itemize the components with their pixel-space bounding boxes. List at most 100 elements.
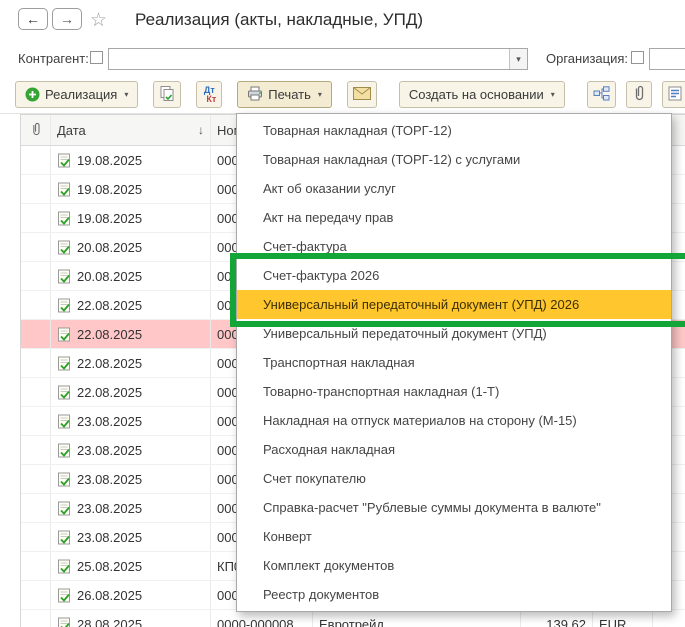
print-menu-item[interactable]: Транспортная накладная [237, 348, 671, 377]
print-menu-item[interactable]: Универсальный передаточный документ (УПД… [237, 290, 671, 319]
chevron-down-icon: ▾ [317, 90, 322, 99]
dtkt-icon: Дт Кт [203, 84, 217, 104]
chevron-down-icon: ▾ [124, 90, 129, 99]
posted-document-icon [57, 559, 71, 574]
forward-button[interactable]: → [52, 8, 82, 30]
app-window: ← → ☆ Реализация (акты, накладные, УПД) … [0, 0, 685, 627]
print-menu-item[interactable]: Справка-расчет "Рублевые суммы документа… [237, 493, 671, 522]
row-date-cell: 25.08.2025 [51, 552, 211, 580]
contractor-checkbox[interactable] [90, 51, 103, 64]
print-menu-item[interactable]: Товарно-транспортная накладная (1-Т) [237, 377, 671, 406]
print-menu-item[interactable]: Универсальный передаточный документ (УПД… [237, 319, 671, 348]
print-menu-item[interactable]: Акт об оказании услуг [237, 174, 671, 203]
row-date-cell: 22.08.2025 [51, 349, 211, 377]
posted-document-icon [57, 153, 71, 168]
row-date-cell: 23.08.2025 [51, 465, 211, 493]
posted-document-icon [57, 211, 71, 226]
row-contractor-cell: Евротрейд [313, 610, 521, 627]
create-realization-label: Реализация [45, 87, 118, 102]
posted-document-icon [57, 530, 71, 545]
forward-icon: → [60, 10, 74, 27]
titlebar: ← → ☆ Реализация (акты, накладные, УПД) [0, 0, 685, 42]
row-date-cell: 22.08.2025 [51, 378, 211, 406]
row-date-cell: 19.08.2025 [51, 146, 211, 174]
posted-document-icon [57, 240, 71, 255]
copy-button[interactable] [153, 81, 182, 108]
chevron-down-icon: ▾ [550, 90, 555, 99]
copy-icon [159, 85, 175, 104]
posted-document-icon [57, 385, 71, 400]
print-button[interactable]: Печать ▾ [237, 81, 332, 108]
dtkt-button[interactable]: Дт Кт [196, 81, 223, 108]
print-menu-item[interactable]: Счет покупателю [237, 464, 671, 493]
attachments-column-header[interactable] [21, 115, 51, 145]
contractor-label: Контрагент: [18, 51, 89, 66]
paperclip-icon [632, 85, 646, 104]
create-based-on-button[interactable]: Создать на основании ▾ [398, 81, 565, 108]
print-menu-item[interactable]: Товарная накладная (ТОРГ-12) с услугами [237, 145, 671, 174]
posted-document-icon [57, 617, 71, 627]
row-attachment-cell [21, 204, 51, 232]
envelope-icon [352, 86, 371, 103]
row-date-cell: 19.08.2025 [51, 175, 211, 203]
row-attachment-cell [21, 233, 51, 261]
posted-document-icon [57, 443, 71, 458]
posted-document-icon [57, 588, 71, 603]
row-currency-cell: EUR [593, 610, 653, 627]
related-documents-icon [593, 85, 610, 104]
favorite-star-icon[interactable]: ☆ [90, 9, 107, 32]
row-attachment-cell [21, 320, 51, 348]
posted-document-icon [57, 269, 71, 284]
reports-button[interactable] [661, 81, 685, 108]
print-menu-item[interactable]: Акт на передачу прав [237, 203, 671, 232]
page-title: Реализация (акты, накладные, УПД) [135, 10, 423, 29]
add-icon [25, 87, 40, 102]
organization-input[interactable] [652, 50, 685, 68]
row-attachment-cell [21, 146, 51, 174]
row-date-cell: 23.08.2025 [51, 494, 211, 522]
row-date-cell: 23.08.2025 [51, 523, 211, 551]
row-date-cell: 28.08.2025 [51, 610, 211, 627]
print-menu-item[interactable]: Счет-фактура [237, 232, 671, 261]
posted-document-icon [57, 327, 71, 342]
row-attachment-cell [21, 436, 51, 464]
row-attachment-cell [21, 610, 51, 627]
contractor-combobox: ▾ [108, 48, 528, 70]
row-number-cell: 0000-000008 [211, 610, 313, 627]
contractor-input[interactable] [111, 50, 507, 68]
back-button[interactable]: ← [18, 8, 48, 30]
toolbar: Реализация ▾ Дт Кт Печать ▾ Создать на о… [0, 76, 685, 114]
print-menu-item[interactable]: Накладная на отпуск материалов на сторон… [237, 406, 671, 435]
sort-desc-icon: ↓ [198, 123, 204, 137]
table-row[interactable]: 28.08.2025 0000-000008 Евротрейд 139,62 … [21, 610, 685, 627]
send-email-button[interactable] [346, 81, 377, 108]
print-menu-item[interactable]: Счет-фактура 2026 [237, 261, 671, 290]
date-header-label: Дата [57, 122, 86, 138]
printer-icon [247, 86, 263, 104]
related-documents-button[interactable] [586, 81, 616, 108]
row-attachment-cell [21, 349, 51, 377]
row-attachment-cell [21, 465, 51, 493]
row-attachment-cell [21, 581, 51, 609]
create-realization-button[interactable]: Реализация ▾ [15, 81, 139, 108]
print-menu-item[interactable]: Расходная накладная [237, 435, 671, 464]
print-menu: Товарная накладная (ТОРГ-12) Товарная на… [236, 113, 672, 612]
posted-document-icon [57, 472, 71, 487]
organization-label: Организация: [546, 51, 629, 66]
row-date-cell: 20.08.2025 [51, 262, 211, 290]
print-menu-item[interactable]: Комплект документов [237, 551, 671, 580]
print-menu-item[interactable]: Товарная накладная (ТОРГ-12) [237, 116, 671, 145]
print-menu-item[interactable]: Реестр документов [237, 580, 671, 609]
row-attachment-cell [21, 407, 51, 435]
back-icon: ← [26, 10, 40, 27]
attachments-button[interactable] [625, 81, 652, 108]
row-attachment-cell [21, 175, 51, 203]
organization-combobox [649, 48, 685, 70]
date-column-header[interactable]: Дата ↓ [51, 115, 211, 145]
contractor-dropdown-button[interactable]: ▾ [509, 49, 527, 69]
print-menu-item[interactable]: Конверт [237, 522, 671, 551]
organization-checkbox[interactable] [631, 51, 644, 64]
row-date-cell: 23.08.2025 [51, 436, 211, 464]
create-based-on-label: Создать на основании [408, 87, 544, 102]
posted-document-icon [57, 414, 71, 429]
